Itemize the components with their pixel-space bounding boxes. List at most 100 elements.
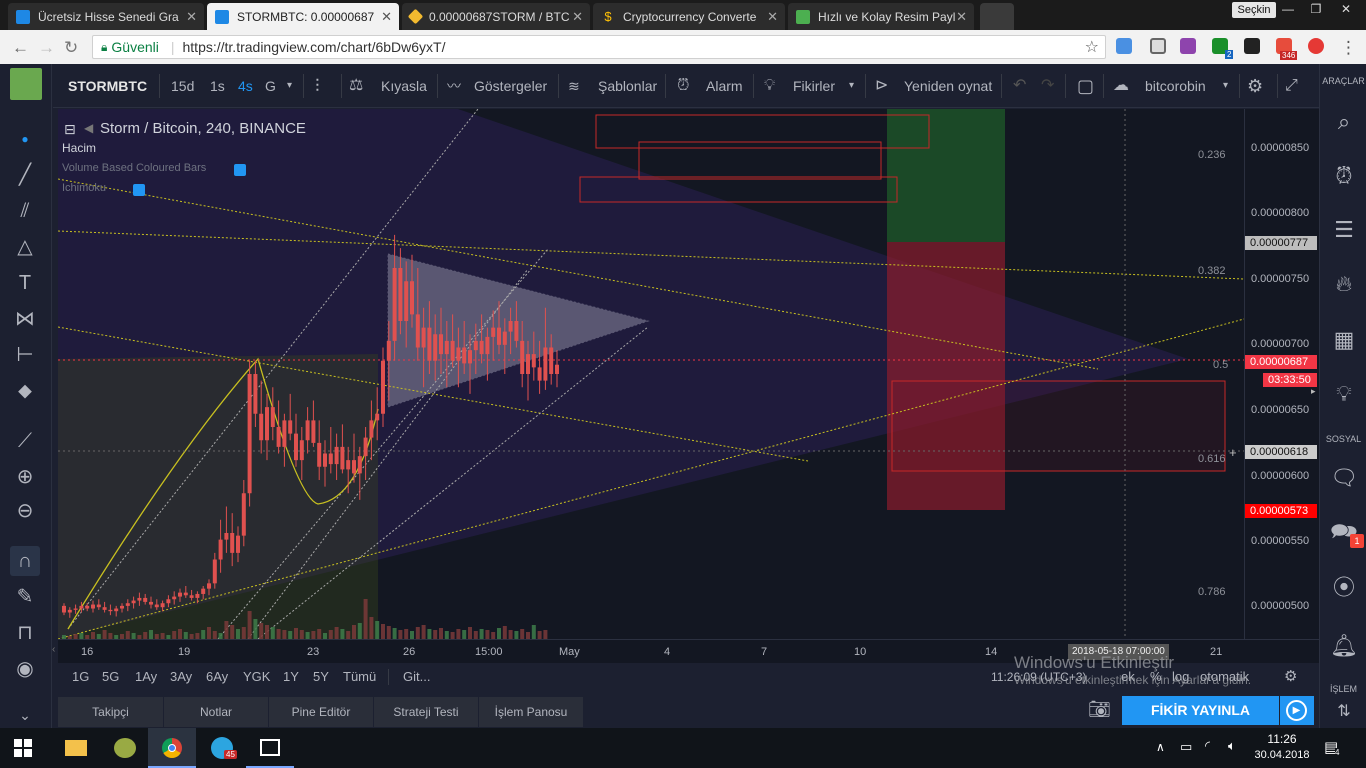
avatar[interactable] [10,68,42,100]
range-1g[interactable]: 1G [72,669,89,684]
templates-icon[interactable]: ≋ [568,64,580,108]
battery-icon[interactable]: ▭ [1180,739,1192,755]
eye-icon[interactable]: ◉ [10,654,40,684]
zoom-out-icon[interactable]: ⊖ [10,496,40,526]
omnibox[interactable]: 🔒︎ Güvenli | https://tr.tradingview.com/… [92,35,1106,59]
search-icon[interactable]: ⌕ [1328,106,1360,138]
file-explorer-icon[interactable] [52,728,100,768]
interval-g[interactable]: G [265,64,276,108]
camera-icon[interactable]: 📷︎ [1088,699,1111,720]
chat-icon[interactable]: 🗨︎ [1328,462,1360,494]
chart-type-candles-icon[interactable]: ⫶ [315,64,320,108]
alarm-clock-icon[interactable]: ⏰︎ [677,64,689,108]
new-tab-button[interactable] [980,3,1014,30]
chevron-up-icon[interactable]: ∧ [1156,740,1165,754]
wifi-icon[interactable]: ◜ [1205,738,1210,754]
tab-pine-editor[interactable]: Pine Editör [269,697,373,727]
alert-button[interactable]: Alarm [706,64,743,108]
opera-extension-icon[interactable] [1308,38,1324,54]
streams-icon[interactable]: ⦿ [1328,572,1360,604]
chevron-down-icon[interactable]: ▾ [849,64,854,108]
browser-tab-1[interactable]: Ücretsiz Hisse Senedi Gra ✕ [8,3,204,30]
range-all[interactable]: Tümü [343,669,376,684]
interval-4s[interactable]: 4s [238,64,253,108]
indicators-icon[interactable]: 〰 [447,64,461,108]
clock-date[interactable]: 30.04.2018 [1252,749,1312,761]
chart-canvas[interactable] [58,109,1244,639]
indicators-button[interactable]: Göstergeler [474,64,547,108]
gear-icon[interactable]: ⚙︎ [1284,667,1297,685]
close-icon[interactable]: ✕ [381,9,392,25]
browser-tab-2[interactable]: STORMBTC: 0.00000687 ✕ [207,3,399,30]
fib-tools-icon[interactable]: ⫽ [10,196,40,226]
measure-icon[interactable]: ⊢ [10,340,40,370]
symbol-legend-title[interactable]: Storm / Bitcoin, 240, BINANCE [100,120,306,137]
ideas-lightbulb-icon[interactable]: 💡︎ [1328,378,1360,410]
alarm-clock-icon[interactable]: ⏰︎ [1328,160,1360,192]
calendar-icon[interactable]: ▦ [1328,324,1360,356]
symbol-search[interactable]: STORMBTC [68,64,147,108]
eye-icon[interactable] [234,164,246,176]
translate-extension-icon[interactable] [1116,38,1132,54]
range-1y[interactable]: 1Y [283,669,299,684]
lock-drawings-icon[interactable]: ⊓ [10,618,40,648]
layout-icon[interactable]: ▢ [1077,64,1094,108]
range-1ay[interactable]: 1Ay [135,669,157,684]
volume-legend[interactable]: Hacim [62,141,96,155]
camera-extension-icon[interactable] [1180,38,1196,54]
range-6ay[interactable]: 6Ay [206,669,228,684]
dark-extension-icon[interactable] [1244,38,1260,54]
compare-icon[interactable]: ⚖︎ [349,64,363,108]
back-icon[interactable]: ← [12,38,29,58]
trendline-icon[interactable]: ╱ [10,160,40,190]
replay-icon[interactable]: ⊳ [875,64,888,108]
draw-mode-icon[interactable]: ✎ [10,582,40,612]
range-5y[interactable]: 5Y [313,669,329,684]
star-icon[interactable]: ☆ [1085,37,1099,57]
tab-notes[interactable]: Notlar [164,697,268,727]
lightbulb-icon[interactable]: 💡︎ [764,64,775,108]
chart-pane[interactable]: ⊟ ◀ Storm / Bitcoin, 240, BINANCE Hacim … [58,109,1244,639]
photos-icon[interactable] [246,728,294,768]
fullscreen-icon[interactable]: ⤢ [1285,64,1298,108]
undo-icon[interactable]: ↶ [1013,64,1026,108]
range-ygk[interactable]: YGK [243,669,270,684]
watchlist-icon[interactable]: ☰ [1328,214,1360,246]
range-5g[interactable]: 5G [102,669,119,684]
close-icon[interactable]: ✕ [572,9,583,25]
url-text[interactable]: https://tr.tradingview.com/chart/6bDw6yx… [183,39,446,55]
close-icon[interactable]: ✕ [956,9,967,25]
publish-idea-button[interactable]: FİKİR YAYINLA [1122,696,1279,725]
xabcd-pattern-icon[interactable]: ⋈ [10,304,40,334]
vbcb-legend[interactable]: Volume Based Coloured Bars [62,162,206,174]
tab-trading-panel[interactable]: İşlem Panosu [479,697,583,727]
clock-time[interactable]: 11:26 [1252,732,1312,746]
legend-collapse-icon[interactable]: ⊟ [64,121,76,138]
compare-button[interactable]: Kıyasla [381,64,427,108]
paint-icon[interactable] [100,728,148,768]
tag-icon[interactable]: ⬥ [10,376,40,406]
chevron-down-icon[interactable]: ▾ [1223,64,1228,108]
profile-button[interactable]: Seçkin [1232,2,1276,18]
ichimoku-legend[interactable]: Ichimoku [62,182,106,194]
redo-icon[interactable]: ↷ [1041,64,1054,108]
browser-tab-3[interactable]: 0.00000687STORM / BTC ✕ [402,3,590,30]
browser-tab-5[interactable]: Hızlı ve Kolay Resim Payl ✕ [788,3,974,30]
forward-icon[interactable]: → [38,38,55,58]
gear-icon[interactable]: ⚙︎ [1247,64,1263,108]
eye-icon[interactable] [133,184,145,196]
cloud-icon[interactable]: ☁︎ [1113,64,1129,108]
scroll-right-icon[interactable]: ▸ [1311,386,1316,397]
crosshair-plus-icon[interactable]: + [1229,445,1237,460]
price-axis[interactable]: 0.00000850 0.00000800 0.00000750 0.00000… [1244,109,1319,639]
browser-tab-4[interactable]: $ Cryptocurrency Converte ✕ [593,3,785,30]
maximize-icon[interactable]: ❐ [1306,2,1326,16]
chevron-down-icon[interactable]: ▾ [287,64,292,108]
menu-icon[interactable]: ⋮ [1340,38,1357,58]
flag-icon[interactable]: ◀ [84,121,93,135]
reload-icon[interactable]: ↻ [64,38,78,58]
cursor-dot-icon[interactable]: ● [10,124,40,154]
trade-icon[interactable]: ⇅ [1328,696,1360,728]
zoom-in-icon[interactable]: ⊕ [10,462,40,492]
bell-icon[interactable]: 🔔︎ [1328,630,1360,662]
